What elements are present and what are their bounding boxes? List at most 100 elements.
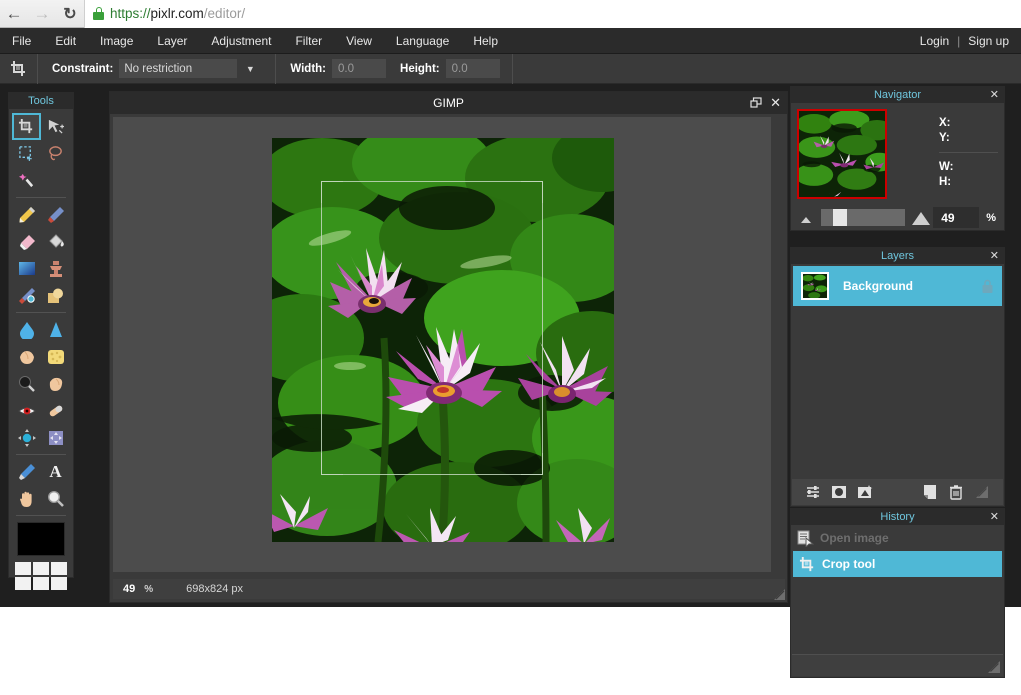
tool-blur[interactable] bbox=[12, 316, 41, 343]
tool-bloat[interactable] bbox=[12, 424, 41, 451]
tool-drawing-shape[interactable] bbox=[41, 282, 70, 309]
tool-dodge[interactable] bbox=[12, 370, 41, 397]
tool-marquee-select[interactable] bbox=[12, 140, 41, 167]
tool-spot-heal[interactable] bbox=[41, 397, 70, 424]
tool-row bbox=[12, 113, 70, 140]
menu-item-edit[interactable]: Edit bbox=[43, 28, 88, 54]
crop-selection-rect[interactable] bbox=[321, 181, 543, 475]
workspace: Tools A GIMP ✕ 49 % 698x824 px Navigator… bbox=[0, 84, 1021, 695]
resize-grip-icon[interactable] bbox=[774, 589, 785, 600]
tool-separator bbox=[16, 515, 66, 516]
palette-swatch[interactable] bbox=[33, 562, 49, 575]
add-layer-star-icon[interactable] bbox=[852, 479, 878, 505]
menu-item-filter[interactable]: Filter bbox=[283, 28, 334, 54]
menu-item-file[interactable]: File bbox=[0, 28, 43, 54]
crop-handle-top-left[interactable] bbox=[321, 181, 343, 203]
mask-circle-icon[interactable] bbox=[826, 479, 852, 505]
navigator-body: X: Y: W: H: bbox=[791, 103, 1004, 199]
primary-color-swatch[interactable] bbox=[17, 522, 65, 556]
palette-swatch[interactable] bbox=[51, 577, 67, 590]
tool-smudge[interactable] bbox=[12, 343, 41, 370]
address-bar[interactable]: https://pixlr.com/editor/ bbox=[84, 0, 1021, 28]
zoom-slider-knob[interactable] bbox=[833, 209, 847, 226]
status-zoom-value[interactable]: 49 bbox=[113, 583, 135, 595]
tool-color-replace[interactable] bbox=[12, 282, 41, 309]
tool-row bbox=[12, 228, 70, 255]
navigator-thumbnail[interactable] bbox=[797, 109, 887, 199]
open-image-icon bbox=[797, 530, 814, 547]
navigator-view-rect[interactable] bbox=[797, 109, 887, 199]
menu-item-image[interactable]: Image bbox=[88, 28, 145, 54]
history-item-open-image[interactable]: Open image bbox=[791, 525, 1004, 551]
zoom-out-small-mountain-icon[interactable] bbox=[799, 212, 815, 224]
duplicate-layer-icon[interactable] bbox=[917, 479, 943, 505]
tool-sharpen[interactable] bbox=[41, 316, 70, 343]
resize-grip-icon[interactable] bbox=[988, 661, 1000, 673]
tool-paint-bucket[interactable] bbox=[41, 228, 70, 255]
close-icon[interactable]: ✕ bbox=[770, 92, 781, 114]
zoom-slider[interactable] bbox=[821, 209, 906, 226]
tool-zoom[interactable] bbox=[41, 485, 70, 512]
palette-swatch[interactable] bbox=[33, 577, 49, 590]
tool-hand[interactable] bbox=[12, 485, 41, 512]
tool-paintbrush[interactable] bbox=[41, 201, 70, 228]
tool-magic-wand[interactable] bbox=[12, 167, 41, 194]
chevron-down-icon[interactable]: ▼ bbox=[237, 59, 263, 78]
tool-sponge[interactable] bbox=[41, 343, 70, 370]
tool-clone-stamp[interactable] bbox=[41, 255, 70, 282]
close-icon[interactable]: ✕ bbox=[990, 509, 999, 525]
history-item-crop-tool[interactable]: Crop tool bbox=[793, 551, 1002, 577]
tool-eraser[interactable] bbox=[12, 228, 41, 255]
menu-item-view[interactable]: View bbox=[334, 28, 384, 54]
image-canvas[interactable] bbox=[113, 117, 771, 572]
tool-burn[interactable] bbox=[41, 370, 70, 397]
login-link[interactable]: Login bbox=[920, 34, 949, 48]
tool-lasso[interactable] bbox=[41, 140, 70, 167]
tool-color-picker[interactable] bbox=[12, 458, 41, 485]
reload-icon[interactable]: ↻ bbox=[56, 0, 84, 28]
tool-crop[interactable] bbox=[12, 113, 41, 140]
tool-type[interactable]: A bbox=[41, 458, 70, 485]
width-input[interactable]: 0.0 bbox=[332, 59, 387, 78]
crop-tool-icon bbox=[0, 53, 38, 84]
menu-item-layer[interactable]: Layer bbox=[145, 28, 199, 54]
menu-item-adjustment[interactable]: Adjustment bbox=[199, 28, 283, 54]
layers-title-label: Layers bbox=[880, 250, 915, 262]
sliders-icon[interactable] bbox=[800, 479, 826, 505]
layer-row-background[interactable]: Background bbox=[793, 266, 1002, 306]
image-window-titlebar[interactable]: GIMP ✕ bbox=[110, 92, 787, 114]
constraint-select[interactable]: No restriction bbox=[119, 59, 238, 78]
close-icon[interactable]: ✕ bbox=[990, 248, 999, 264]
palette-swatch[interactable] bbox=[51, 562, 67, 575]
crop-handle-top-right[interactable] bbox=[521, 181, 543, 203]
crop-tool-icon bbox=[799, 556, 816, 573]
trash-icon[interactable] bbox=[943, 479, 969, 505]
forward-icon[interactable]: → bbox=[28, 0, 56, 28]
menu-item-help[interactable]: Help bbox=[461, 28, 510, 54]
back-icon[interactable]: ← bbox=[0, 0, 28, 28]
width-value: 0.0 bbox=[338, 62, 355, 75]
palette-swatch[interactable] bbox=[15, 577, 31, 590]
height-input[interactable]: 0.0 bbox=[445, 59, 500, 78]
resize-grip-icon[interactable] bbox=[969, 479, 995, 505]
navigator-fields: X: Y: W: H: bbox=[887, 109, 998, 199]
navigator-panel-title: Navigator ✕ bbox=[791, 87, 1004, 103]
restore-window-icon[interactable] bbox=[750, 97, 762, 109]
tool-red-eye[interactable] bbox=[12, 397, 41, 424]
close-icon[interactable]: ✕ bbox=[990, 87, 999, 103]
menu-item-language[interactable]: Language bbox=[384, 28, 461, 54]
crop-handle-bottom-left[interactable] bbox=[321, 453, 343, 475]
canvas-image[interactable] bbox=[272, 138, 614, 542]
lock-icon[interactable] bbox=[981, 279, 994, 294]
tool-pencil[interactable] bbox=[12, 201, 41, 228]
signup-link[interactable]: Sign up bbox=[968, 34, 1009, 48]
url-scheme: https:// bbox=[110, 6, 151, 21]
navigator-zoom-input[interactable]: 49 bbox=[933, 207, 980, 228]
tool-pinch[interactable] bbox=[41, 424, 70, 451]
crop-handle-bottom-right[interactable] bbox=[521, 453, 543, 475]
palette-swatch[interactable] bbox=[15, 562, 31, 575]
tool-move[interactable] bbox=[41, 113, 70, 140]
tool-gradient[interactable] bbox=[12, 255, 41, 282]
tool-row: A bbox=[12, 458, 70, 485]
zoom-in-large-mountain-icon[interactable] bbox=[911, 210, 933, 226]
